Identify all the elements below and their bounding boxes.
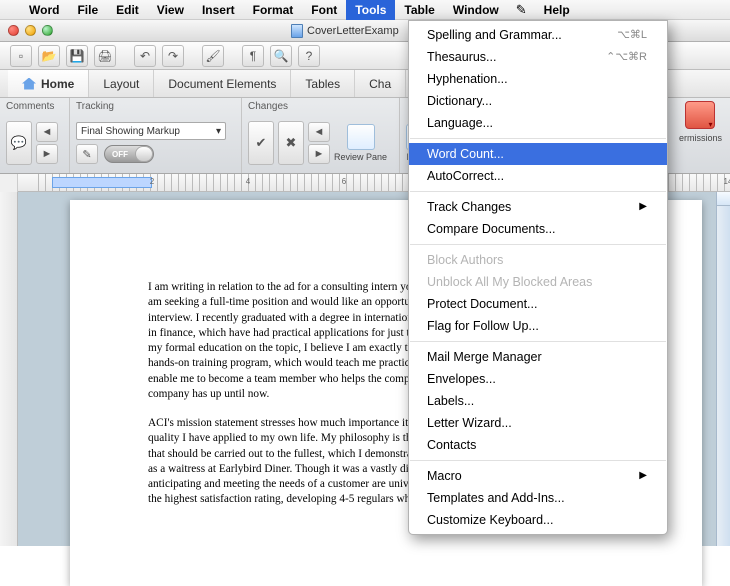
menu-macro[interactable]: Macro▶ — [409, 465, 667, 487]
prev-comment-button[interactable]: ◄ — [36, 122, 58, 142]
menu-flag-followup[interactable]: Flag for Follow Up... — [409, 315, 667, 337]
group-comments-label: Comments — [6, 101, 63, 112]
tab-tables[interactable]: Tables — [291, 70, 355, 97]
menu-dictionary[interactable]: Dictionary... — [409, 90, 667, 112]
review-pane-button[interactable] — [347, 124, 375, 150]
tab-home[interactable]: Home — [8, 70, 89, 97]
vertical-ruler[interactable] — [0, 192, 18, 546]
group-changes-label: Changes — [248, 101, 393, 112]
save-button[interactable]: 💾 — [66, 45, 88, 67]
menu-compare-documents[interactable]: Compare Documents... — [409, 218, 667, 240]
menu-labels[interactable]: Labels... — [409, 390, 667, 412]
vertical-scrollbar[interactable] — [716, 192, 730, 546]
group-tracking-label: Tracking — [76, 101, 235, 112]
accept-change-button[interactable]: ✔ — [248, 121, 274, 165]
zoom-window-button[interactable] — [42, 25, 53, 36]
menu-window[interactable]: Window — [444, 0, 508, 20]
new-doc-button[interactable]: ▫ — [10, 45, 32, 67]
menu-edit[interactable]: Edit — [107, 0, 148, 20]
show-formatting-button[interactable]: ¶ — [242, 45, 264, 67]
print-button[interactable]: 🖨 — [94, 45, 116, 67]
menu-protect-document[interactable]: Protect Document... — [409, 293, 667, 315]
menu-view[interactable]: View — [148, 0, 193, 20]
menu-table[interactable]: Table — [395, 0, 443, 20]
menu-spelling-grammar[interactable]: Spelling and Grammar...⌥⌘L — [409, 24, 667, 46]
menu-font[interactable]: Font — [302, 0, 346, 20]
zoom-button[interactable]: 🔍 — [270, 45, 292, 67]
permissions-label: ermissions — [679, 133, 722, 143]
tab-layout[interactable]: Layout — [89, 70, 154, 97]
tab-selector[interactable] — [0, 174, 18, 192]
next-change-button[interactable]: ► — [308, 144, 330, 164]
menu-hyphenation[interactable]: Hyphenation... — [409, 68, 667, 90]
menu-file[interactable]: File — [68, 0, 107, 20]
track-changes-toggle-icon[interactable]: ✎ — [76, 144, 98, 164]
menu-tools[interactable]: Tools — [346, 0, 395, 20]
menu-templates-addins[interactable]: Templates and Add-Ins... — [409, 487, 667, 509]
menu-envelopes[interactable]: Envelopes... — [409, 368, 667, 390]
tools-menu: Spelling and Grammar...⌥⌘L Thesaurus...⌃… — [408, 20, 668, 535]
tab-charts[interactable]: Cha — [355, 70, 406, 97]
menu-track-changes[interactable]: Track Changes▶ — [409, 196, 667, 218]
document-icon — [291, 24, 303, 38]
text-input-menu-icon[interactable]: ✎ — [508, 2, 535, 18]
tracking-display-dropdown[interactable]: Final Showing Markup▾ — [76, 122, 226, 140]
next-comment-button[interactable]: ► — [36, 144, 58, 164]
document-title: CoverLetterExamp — [307, 25, 399, 37]
prev-change-button[interactable]: ◄ — [308, 122, 330, 142]
menu-thesaurus[interactable]: Thesaurus...⌃⌥⌘R — [409, 46, 667, 68]
menu-help[interactable]: Help — [535, 0, 579, 20]
menu-autocorrect[interactable]: AutoCorrect... — [409, 165, 667, 187]
minimize-window-button[interactable] — [25, 25, 36, 36]
scroll-up-arrow[interactable] — [717, 192, 730, 206]
menu-block-authors: Block Authors — [409, 249, 667, 271]
menu-mail-merge[interactable]: Mail Merge Manager — [409, 346, 667, 368]
menu-letter-wizard[interactable]: Letter Wizard... — [409, 412, 667, 434]
menu-contacts[interactable]: Contacts — [409, 434, 667, 456]
menu-format[interactable]: Format — [244, 0, 303, 20]
permissions-button[interactable] — [685, 101, 715, 129]
format-painter-button[interactable]: 🖌 — [202, 45, 224, 67]
menu-word[interactable]: Word — [20, 0, 68, 20]
menu-insert[interactable]: Insert — [193, 0, 244, 20]
menu-language[interactable]: Language... — [409, 112, 667, 134]
mac-menubar: Word File Edit View Insert Format Font T… — [0, 0, 730, 20]
redo-button[interactable]: ↷ — [162, 45, 184, 67]
new-comment-button[interactable]: 💬 — [6, 121, 32, 165]
home-icon — [22, 78, 36, 90]
help-button[interactable]: ? — [298, 45, 320, 67]
menu-word-count[interactable]: Word Count... — [409, 143, 667, 165]
tab-document-elements[interactable]: Document Elements — [154, 70, 291, 97]
open-button[interactable]: 📂 — [38, 45, 60, 67]
menu-unblock-areas: Unblock All My Blocked Areas — [409, 271, 667, 293]
reject-change-button[interactable]: ✖ — [278, 121, 304, 165]
track-changes-switch[interactable]: OFF — [104, 145, 154, 163]
close-window-button[interactable] — [8, 25, 19, 36]
undo-button[interactable]: ↶ — [134, 45, 156, 67]
menu-customize-keyboard[interactable]: Customize Keyboard... — [409, 509, 667, 531]
